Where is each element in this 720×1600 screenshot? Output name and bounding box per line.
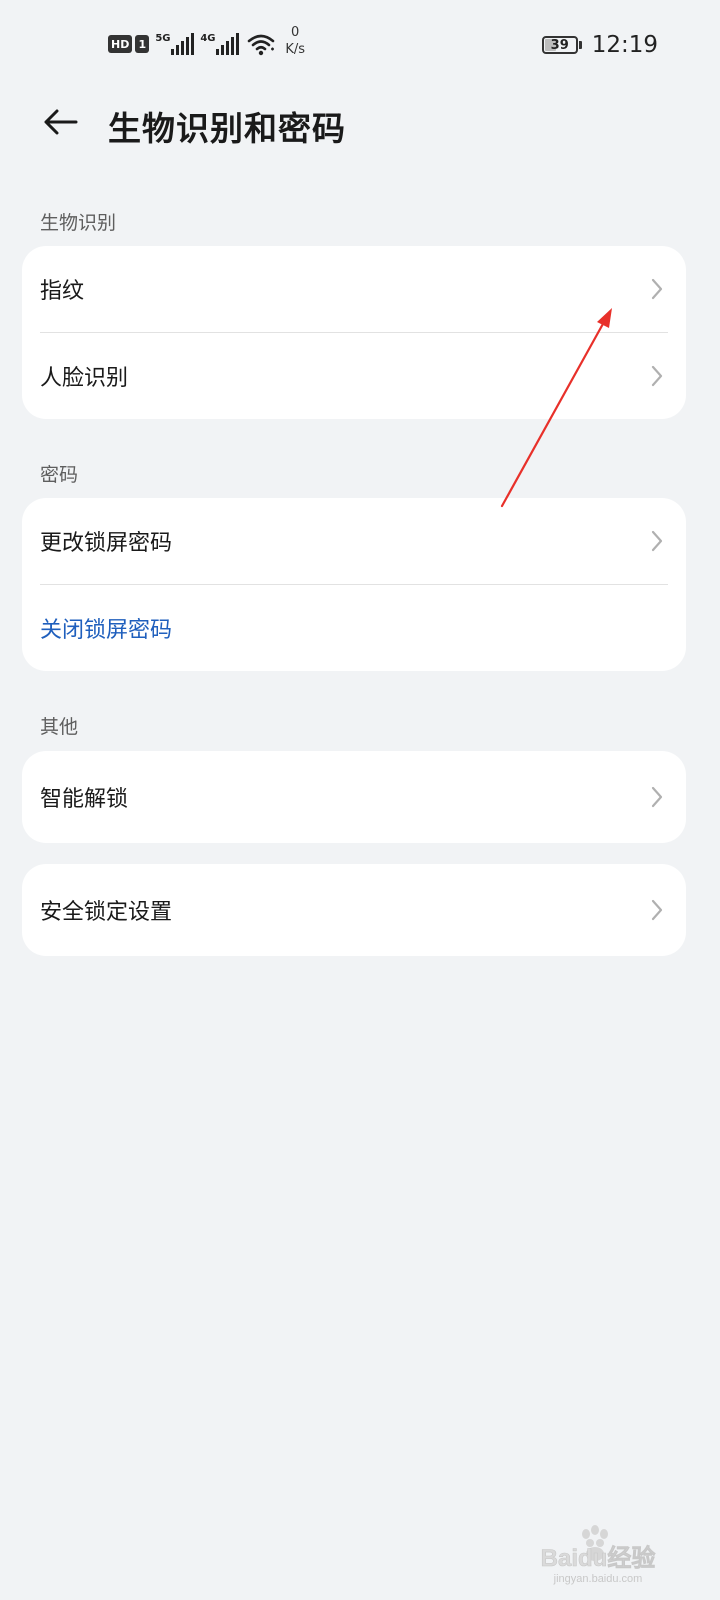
chevron-right-icon xyxy=(651,278,663,300)
list-item-label: 智能解锁 xyxy=(40,787,129,812)
page-title: 生物识别和密码 xyxy=(108,109,346,148)
status-bar-left: HD 1 5G 4G 0 K/s xyxy=(108,25,305,58)
list-item-fingerprint[interactable]: 指纹 xyxy=(22,246,686,332)
arrow-left-icon xyxy=(44,109,78,135)
card-password: 更改锁屏密码 关闭锁屏密码 xyxy=(22,498,686,671)
chevron-right-icon xyxy=(651,786,663,808)
sim-slot-icon: 1 xyxy=(135,35,150,53)
card-security-lock: 安全锁定设置 xyxy=(22,864,686,956)
battery-icon: 39 xyxy=(541,36,582,54)
battery-percent: 39 xyxy=(550,37,569,53)
signal-bars-icon xyxy=(171,33,195,55)
list-item-label: 更改锁屏密码 xyxy=(40,531,173,556)
section-label-other: 其他 xyxy=(40,716,79,738)
battery-cap xyxy=(578,41,582,49)
signal-icon: 5G xyxy=(155,33,195,55)
watermark-url: jingyan.baidu.com xyxy=(553,1573,643,1585)
card-biometrics: 指纹 人脸识别 xyxy=(22,246,686,419)
network-generation-label: 5G xyxy=(155,33,171,44)
chevron-right-icon xyxy=(651,530,663,552)
baidu-jingyan-watermark: Baidu经验 jingyan.baidu.com xyxy=(540,1525,656,1585)
status-bar-right: 39 12:19 xyxy=(541,32,658,58)
list-item-label: 指纹 xyxy=(40,279,85,304)
list-item-label: 人脸识别 xyxy=(40,366,129,391)
network-speed-value: 0 xyxy=(291,25,300,40)
app-bar: 生物识别和密码 xyxy=(0,90,720,154)
watermark-text: Baidu经验 xyxy=(541,1544,656,1572)
list-item-label: 安全锁定设置 xyxy=(40,900,173,925)
section-label-password: 密码 xyxy=(40,464,79,486)
list-item-smart-unlock[interactable]: 智能解锁 xyxy=(22,751,686,843)
wifi-icon xyxy=(247,32,275,56)
battery-indicator: 39 xyxy=(541,36,578,54)
list-item-disable-lock-password[interactable]: 关闭锁屏密码 xyxy=(22,585,686,671)
hd-icon: HD xyxy=(108,35,133,53)
network-speed-unit: K/s xyxy=(285,42,306,57)
signal-icon-2: 4G xyxy=(200,33,240,55)
list-item-change-lock-password[interactable]: 更改锁屏密码 xyxy=(22,498,686,584)
network-speed: 0 K/s xyxy=(285,24,305,58)
list-item-label: 关闭锁屏密码 xyxy=(40,618,173,643)
status-bar: HD 1 5G 4G 0 K/s 39 12:19 xyxy=(0,0,720,90)
clock: 12:19 xyxy=(591,32,658,58)
signal-bars-icon-2 xyxy=(216,33,240,55)
card-other: 智能解锁 xyxy=(22,751,686,843)
section-label-biometrics: 生物识别 xyxy=(40,212,117,234)
chevron-right-icon xyxy=(651,899,663,921)
list-item-security-lock-settings[interactable]: 安全锁定设置 xyxy=(22,864,686,956)
chevron-right-icon xyxy=(651,365,663,387)
back-button[interactable] xyxy=(38,100,82,144)
network-generation-label-2: 4G xyxy=(200,33,216,44)
list-item-face-recognition[interactable]: 人脸识别 xyxy=(22,333,686,419)
